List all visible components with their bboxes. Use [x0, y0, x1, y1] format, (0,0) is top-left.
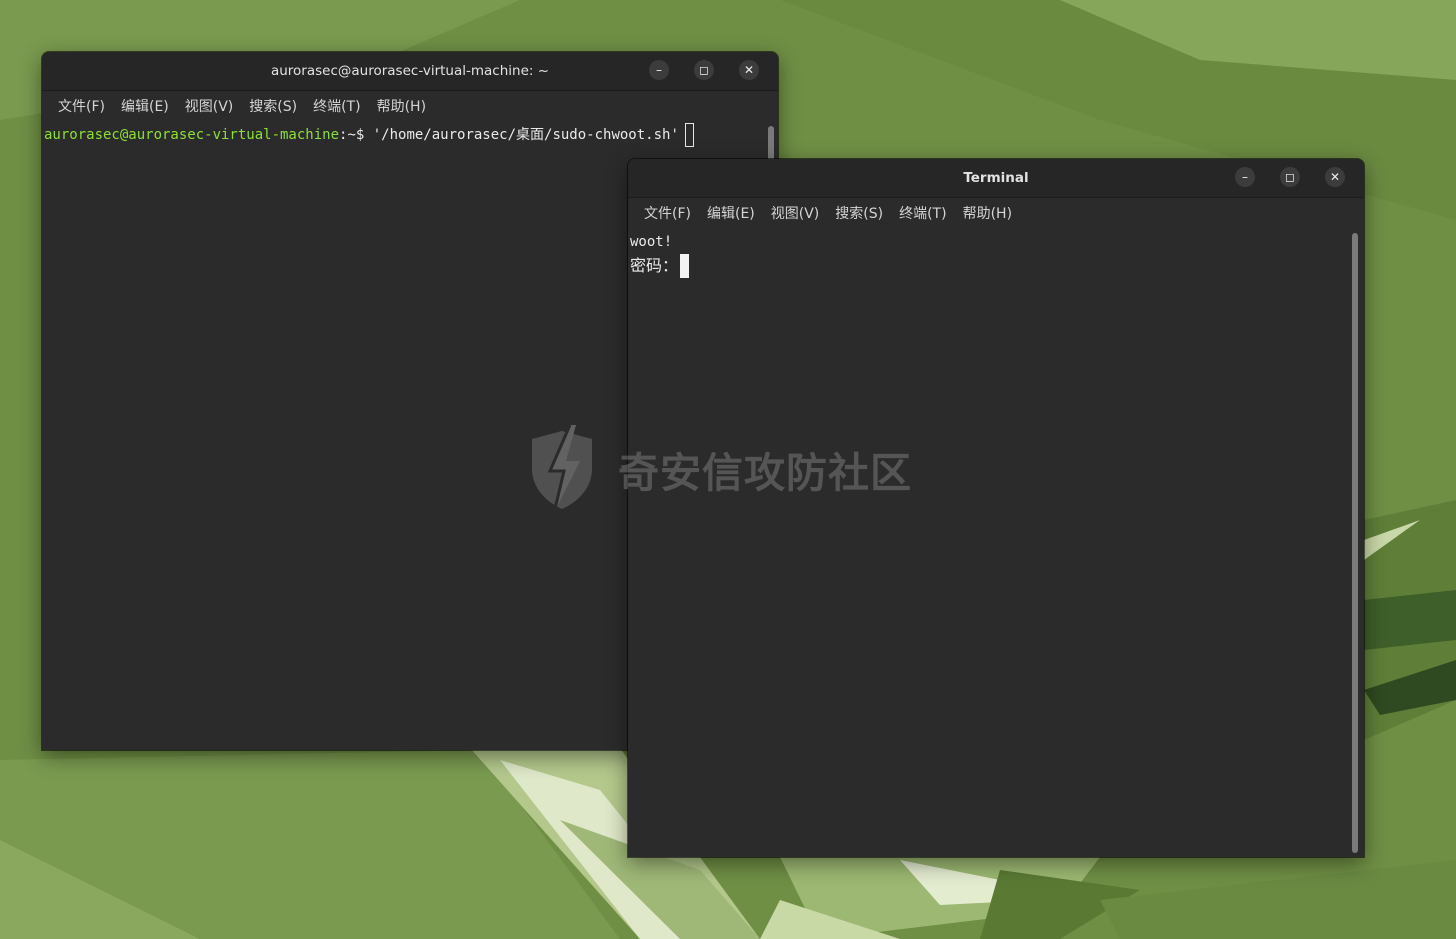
minimize-button[interactable]: –	[1235, 167, 1255, 187]
maximize-icon: ◻	[1285, 170, 1295, 184]
prompt-line: aurorasec@aurorasec-virtual-machine:~$ '…	[42, 123, 778, 147]
menu-terminal[interactable]: 终端(T)	[305, 91, 368, 123]
menu-search[interactable]: 搜索(S)	[827, 198, 891, 230]
command-text: '/home/aurorasec/桌面/sudo-chwoot.sh'	[372, 127, 679, 143]
menu-help[interactable]: 帮助(H)	[369, 91, 434, 123]
menu-view[interactable]: 视图(V)	[177, 91, 242, 123]
menu-file[interactable]: 文件(F)	[50, 91, 113, 123]
menu-edit[interactable]: 编辑(E)	[113, 91, 177, 123]
terminal-window-front[interactable]: Terminal – ◻ ✕ 文件(F) 编辑(E) 视图(V) 搜索(S) 终…	[628, 159, 1364, 857]
prompt-user-host: aurorasec@aurorasec-virtual-machine	[44, 127, 340, 143]
minimize-icon: –	[656, 63, 662, 77]
password-prompt: 密码：	[630, 256, 679, 275]
minimize-button[interactable]: –	[649, 60, 669, 80]
maximize-button[interactable]: ◻	[694, 60, 714, 80]
close-icon: ✕	[1329, 170, 1341, 184]
titlebar[interactable]: Terminal – ◻ ✕	[628, 159, 1364, 198]
close-button[interactable]: ✕	[1325, 167, 1345, 187]
menubar: 文件(F) 编辑(E) 视图(V) 搜索(S) 终端(T) 帮助(H)	[42, 91, 778, 123]
text-cursor	[680, 254, 690, 278]
menubar: 文件(F) 编辑(E) 视图(V) 搜索(S) 终端(T) 帮助(H)	[628, 198, 1364, 230]
maximize-icon: ◻	[699, 63, 709, 77]
terminal-output[interactable]: woot! 密码：	[628, 230, 1364, 857]
menu-file[interactable]: 文件(F)	[636, 198, 699, 230]
scrollbar[interactable]	[1352, 233, 1358, 853]
menu-edit[interactable]: 编辑(E)	[699, 198, 763, 230]
menu-terminal[interactable]: 终端(T)	[891, 198, 954, 230]
minimize-icon: –	[1242, 170, 1248, 184]
close-button[interactable]: ✕	[739, 60, 759, 80]
maximize-button[interactable]: ◻	[1280, 167, 1300, 187]
output-line: woot!	[630, 234, 673, 250]
prompt-suffix: :~$	[339, 127, 373, 143]
titlebar[interactable]: aurorasec@aurorasec-virtual-machine: ~ –…	[42, 52, 778, 91]
menu-help[interactable]: 帮助(H)	[955, 198, 1020, 230]
password-prompt-line: 密码：	[628, 254, 1364, 278]
text-cursor	[684, 123, 694, 147]
menu-view[interactable]: 视图(V)	[763, 198, 828, 230]
close-icon: ✕	[743, 63, 755, 77]
scrollbar[interactable]	[768, 126, 774, 162]
menu-search[interactable]: 搜索(S)	[241, 91, 305, 123]
